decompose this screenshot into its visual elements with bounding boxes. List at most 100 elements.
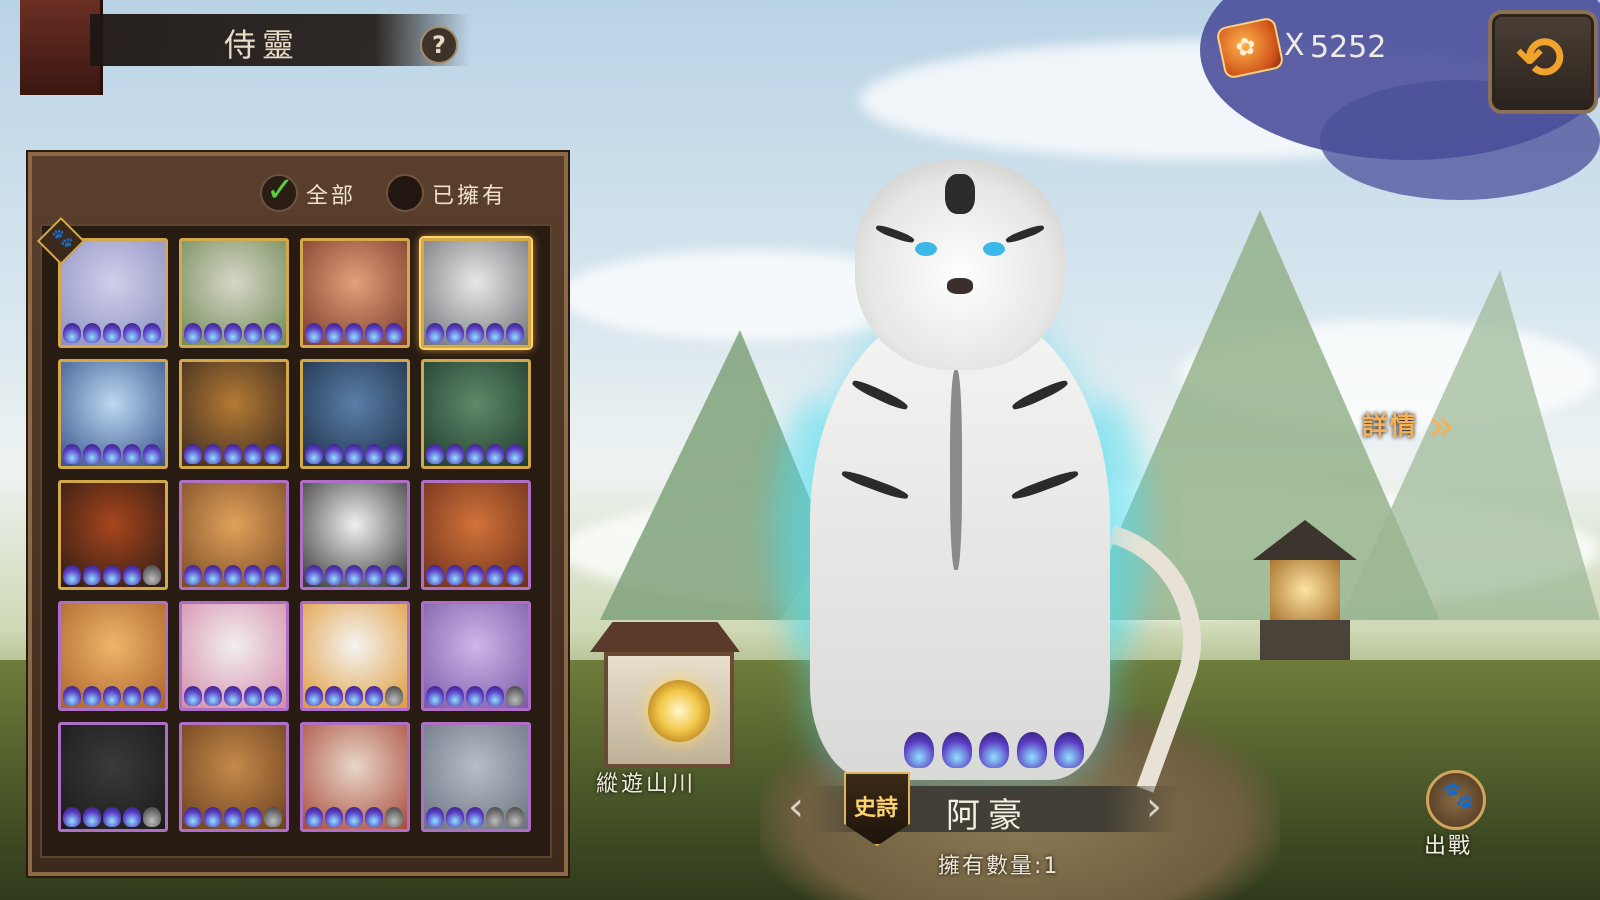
star-flame-icon [204,565,222,585]
star-flame-icon [224,686,242,706]
star-flame-icon [244,444,262,464]
currency-display: ✿ X 5252 [1210,16,1430,80]
pet-tile-jade-turtle[interactable] [421,359,531,469]
owned-count: 擁有數量:1 [938,854,1060,879]
pet-tile-white-duck[interactable] [300,601,410,711]
prev-pet-arrow-icon[interactable]: ‹ [788,784,804,830]
star-flame-icon [345,444,363,464]
star-flame-icon [83,565,101,585]
star-flame-icon [325,807,343,827]
pet-name: 阿豪 [946,796,1030,836]
star-flame-icon [63,686,81,706]
details-button[interactable]: 詳情 » [1362,400,1492,452]
star-flame-icon [466,323,484,343]
tiger-head [855,160,1065,370]
pet-tile-golden-dragon[interactable] [179,359,289,469]
pet-tile-elephant[interactable] [421,722,531,832]
star-flame-icon [365,807,383,827]
star-flame-icon [204,444,222,464]
unchecked-radio-icon [386,174,424,212]
details-label: 詳情 [1362,412,1419,442]
star-rating [426,807,524,827]
star-flame-icon [345,565,363,585]
pet-tile-red-bear[interactable] [421,480,531,590]
pet-tile-azure-dragon[interactable] [300,359,410,469]
star-flame-icon [123,323,141,343]
star-rating [426,323,524,343]
pet-tile-white-rabbit[interactable] [179,601,289,711]
pet-tile-red-fairy-girl[interactable] [300,238,410,348]
star-flame-icon [325,686,343,706]
star-flame-icon [143,444,161,464]
star-flame-icon [365,565,383,585]
star-flame-icon [204,686,222,706]
star-rating [184,323,282,343]
star-flame-icon [446,565,464,585]
star-flame-icon [466,686,484,706]
star-flame-icon [143,686,161,706]
star-flame-icon [63,565,81,585]
wander-label: 縱遊山川 [596,772,697,797]
pet-tile-white-deer[interactable] [179,238,289,348]
star-rating [426,444,524,464]
star-flame-icon [305,323,323,343]
star-rating [184,807,282,827]
swirl-portal-icon[interactable] [648,680,710,742]
star-flame-icon [506,565,524,585]
star-flame-icon [466,444,484,464]
next-pet-arrow-icon[interactable]: › [1146,784,1162,830]
tiger-body [810,310,1110,780]
paw-token-icon: ✿ [1215,16,1285,80]
star-flame-icon [123,686,141,706]
star-flame-icon [506,807,524,827]
page-title: 侍靈 [224,26,301,64]
checkmark-icon: ✓ [260,170,298,212]
pet-tile-orange-fox[interactable] [58,601,168,711]
star-rating [426,565,524,585]
star-flame-icon [224,444,242,464]
pet-tile-lavender-cat[interactable] [421,601,531,711]
pet-list-panel: ✓ 全部 已擁有 [28,152,568,876]
featured-pet-tiger [770,160,1235,793]
star-rating [184,565,282,585]
star-rating [63,807,161,827]
deploy-button[interactable]: 🐾 出戰 [1418,770,1488,860]
board-frame [604,652,734,768]
help-button[interactable]: ? [420,26,458,64]
pet-tile-white-tiger[interactable] [421,238,531,348]
pet-tile-white-haired-spirit[interactable] [58,238,168,348]
star-flame-icon [345,323,363,343]
star-rating [63,444,161,464]
star-flame-icon [426,565,444,585]
star-flame-icon [63,323,81,343]
star-flame-icon [244,323,262,343]
star-flame-icon [184,565,202,585]
pet-tile-monkey-king[interactable] [300,722,410,832]
star-flame-icon [244,565,262,585]
star-rating [305,686,403,706]
star-rating [63,323,161,343]
pet-tile-tiger-cub[interactable] [179,480,289,590]
star-flame-icon [224,565,242,585]
star-flame-icon [345,686,363,706]
star-flame-icon [385,444,403,464]
stone-lantern [1240,520,1370,660]
pet-tile-ice-dragon[interactable] [58,359,168,469]
pet-tile-owl[interactable] [179,722,289,832]
filter-owned-label: 已擁有 [432,184,508,209]
star-rating [305,444,403,464]
back-button[interactable]: ⟲ [1488,10,1598,114]
star-flame-icon [264,807,282,827]
star-flame-icon [979,732,1009,768]
pet-tile-panda[interactable] [300,480,410,590]
star-flame-icon [123,444,141,464]
star-flame-icon [506,686,524,706]
star-flame-icon [325,444,343,464]
star-flame-icon [466,565,484,585]
star-flame-icon [204,323,222,343]
star-flame-icon [264,444,282,464]
pet-tile-fire-qilin[interactable] [58,480,168,590]
star-flame-icon [941,732,972,768]
star-flame-icon [426,686,444,706]
pet-tile-black-cat[interactable] [58,722,168,832]
